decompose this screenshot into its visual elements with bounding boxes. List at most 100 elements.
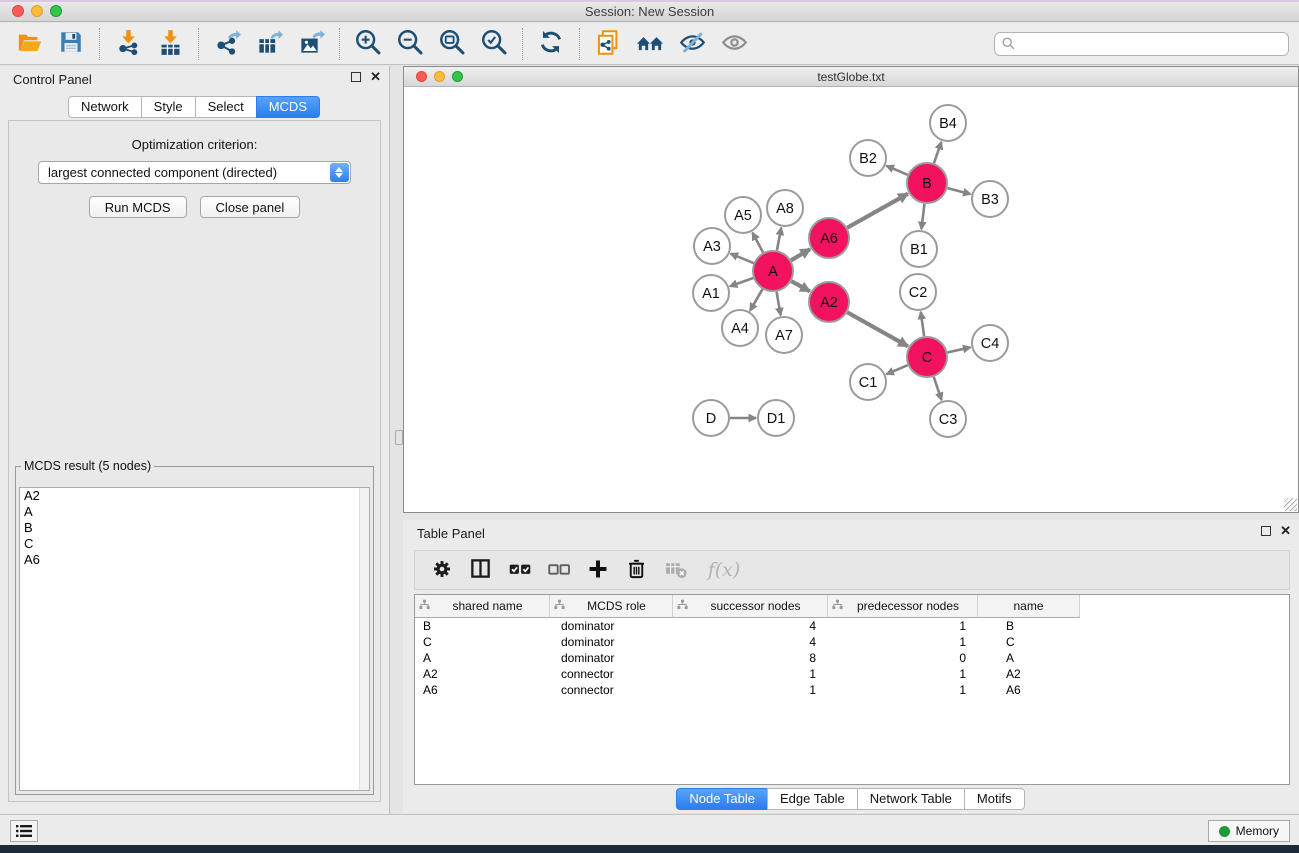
save-session-button[interactable] (50, 26, 92, 62)
graph-edge-A2-C[interactable] (847, 312, 908, 346)
close-table-panel-icon[interactable]: ✕ (1280, 526, 1291, 536)
column-header-successor-nodes[interactable]: successor nodes (673, 595, 828, 618)
tab-network[interactable]: Network (68, 96, 142, 118)
function-builder-button[interactable]: f(x) (698, 554, 750, 586)
search-input[interactable] (994, 32, 1289, 56)
mcds-result-item[interactable]: A6 (20, 552, 369, 568)
zoom-out-button[interactable] (389, 26, 431, 62)
graph-node-B3[interactable]: B3 (972, 181, 1008, 217)
graph-node-A2[interactable]: A2 (809, 282, 849, 322)
graph-node-C[interactable]: C (907, 337, 947, 377)
table-row[interactable]: Adominator80A (415, 650, 1289, 666)
delete-table-button[interactable] (659, 554, 692, 586)
table-row[interactable]: A6connector11A6 (415, 682, 1289, 698)
graph-node-D[interactable]: D (693, 400, 729, 436)
mcds-result-item[interactable]: C (20, 536, 369, 552)
graph-node-A1[interactable]: A1 (693, 275, 729, 311)
deselect-all-button[interactable] (542, 554, 575, 586)
close-panel-icon[interactable]: ✕ (370, 72, 381, 82)
graph-edge-A-A4[interactable] (750, 289, 762, 311)
run-mcds-button[interactable]: Run MCDS (89, 196, 187, 218)
graph-edge-A-A7[interactable] (777, 292, 781, 316)
table-row[interactable]: A2connector11A2 (415, 666, 1289, 682)
table-tab-network-table[interactable]: Network Table (857, 788, 965, 810)
graph-edge-B-B2[interactable] (886, 166, 907, 175)
resize-grip-icon[interactable] (1284, 498, 1297, 511)
column-header-name[interactable]: name (978, 595, 1080, 618)
task-history-button[interactable] (10, 820, 38, 842)
show-visibility-button[interactable] (713, 26, 755, 62)
graph-edge-A-A2[interactable] (791, 281, 809, 291)
import-table-button[interactable] (149, 26, 191, 62)
refresh-layout-button[interactable] (530, 26, 572, 62)
add-row-button[interactable] (581, 554, 614, 586)
import-network-button[interactable] (107, 26, 149, 62)
graph-node-C2[interactable]: C2 (900, 274, 936, 310)
table-tab-node-table[interactable]: Node Table (676, 788, 768, 810)
panel-splitter-handle[interactable] (395, 430, 403, 445)
graph-edge-A-A1[interactable] (730, 278, 753, 286)
select-all-button[interactable] (503, 554, 536, 586)
table-row[interactable]: Bdominator41B (415, 618, 1289, 634)
graph-node-B1[interactable]: B1 (901, 231, 937, 267)
hide-visibility-button[interactable] (671, 26, 713, 62)
graph-edge-B-B4[interactable] (934, 142, 941, 163)
clone-network-button[interactable] (587, 26, 629, 62)
graph-edge-A-A6[interactable] (791, 249, 810, 260)
float-panel-icon[interactable] (351, 72, 361, 82)
graph-node-D1[interactable]: D1 (758, 400, 794, 436)
tab-style[interactable]: Style (141, 96, 196, 118)
table-row[interactable]: Cdominator41C (415, 634, 1289, 650)
graph-node-B4[interactable]: B4 (930, 105, 966, 141)
table-tab-motifs[interactable]: Motifs (964, 788, 1025, 810)
table-tab-edge-table[interactable]: Edge Table (767, 788, 858, 810)
column-header-MCDS-role[interactable]: MCDS role (550, 595, 673, 618)
graph-node-A6[interactable]: A6 (809, 218, 849, 258)
mcds-result-item[interactable]: A (20, 504, 369, 520)
graph-node-A[interactable]: A (753, 251, 793, 291)
graph-edge-C-C4[interactable] (947, 347, 970, 352)
export-network-button[interactable] (206, 26, 248, 62)
settings-button[interactable] (425, 554, 458, 586)
graph-node-A7[interactable]: A7 (766, 317, 802, 353)
graph-edge-C-C1[interactable] (886, 365, 907, 374)
graph-node-A8[interactable]: A8 (767, 190, 803, 226)
columns-button[interactable] (464, 554, 497, 586)
memory-button[interactable]: Memory (1208, 820, 1290, 842)
export-table-button[interactable] (248, 26, 290, 62)
graph-edge-C-C2[interactable] (921, 312, 924, 336)
mcds-result-item[interactable]: B (20, 520, 369, 536)
graph-node-B[interactable]: B (907, 163, 947, 203)
graph-node-C4[interactable]: C4 (972, 325, 1008, 361)
network-canvas[interactable]: A A1 A2 A3 A4 A5 A6 A7 A8 B B1 B2 B3 B4 C C1 C2 C3 C4 D D1 (404, 88, 1298, 512)
export-image-button[interactable] (290, 26, 332, 62)
graph-edge-A-A3[interactable] (731, 254, 754, 263)
graph-node-B2[interactable]: B2 (850, 140, 886, 176)
graph-node-A5[interactable]: A5 (725, 197, 761, 233)
graph-edge-A-A8[interactable] (777, 228, 781, 251)
graph-edge-A6-B[interactable] (847, 194, 908, 228)
save-session-icon (58, 29, 84, 58)
graph-edge-A-A5[interactable] (752, 233, 763, 253)
float-table-panel-icon[interactable] (1261, 526, 1271, 536)
tab-mcds[interactable]: MCDS (256, 96, 320, 118)
graph-node-C1[interactable]: C1 (850, 364, 886, 400)
graph-edge-B-B3[interactable] (947, 188, 970, 194)
column-header-shared-name[interactable]: shared name (415, 595, 550, 618)
graph-edge-C-C3[interactable] (934, 377, 942, 400)
open-file-button[interactable] (8, 26, 50, 62)
criterion-select[interactable]: largest connected component (directed) (38, 161, 351, 184)
close-panel-button[interactable]: Close panel (200, 196, 301, 218)
graph-node-A3[interactable]: A3 (694, 228, 730, 264)
delete-row-button[interactable] (620, 554, 653, 586)
graph-node-A4[interactable]: A4 (722, 310, 758, 346)
column-header-predecessor-nodes[interactable]: predecessor nodes (828, 595, 978, 618)
zoom-selected-button[interactable] (473, 26, 515, 62)
zoom-in-button[interactable] (347, 26, 389, 62)
graph-edge-B-B1[interactable] (921, 204, 924, 229)
tab-select[interactable]: Select (195, 96, 257, 118)
mcds-result-item[interactable]: A2 (20, 488, 369, 504)
graph-node-C3[interactable]: C3 (930, 401, 966, 437)
zoom-fit-button[interactable] (431, 26, 473, 62)
home-button[interactable] (629, 26, 671, 62)
